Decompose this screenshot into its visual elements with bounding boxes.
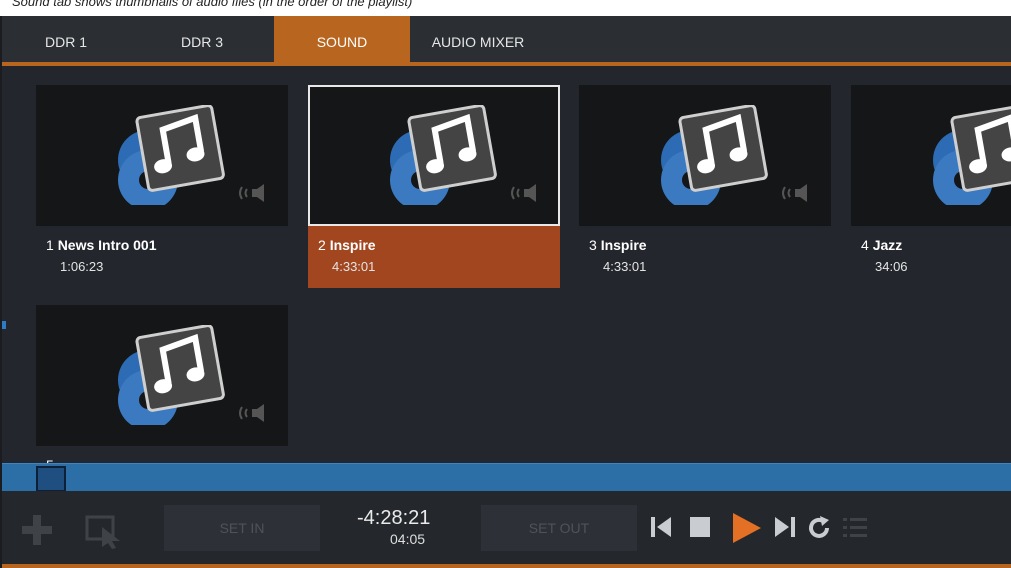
- speaker-icon: [239, 184, 264, 202]
- item-index: 4: [861, 237, 869, 253]
- time-elapsed: 04:05: [390, 531, 426, 547]
- thumbnail: [308, 85, 560, 226]
- speaker-icon: [511, 184, 536, 202]
- item-duration: 4:33:01: [332, 259, 376, 274]
- tab-bar: DDR 1 DDR 3 SOUND AUDIO MIXER: [2, 16, 1011, 66]
- playlist-item[interactable]: 5: [36, 305, 288, 463]
- music-note-icon: [933, 105, 1011, 205]
- music-note-icon: [661, 105, 768, 205]
- playlist-icon[interactable]: [842, 515, 868, 541]
- item-caption: 5: [36, 446, 288, 463]
- item-name: Jazz: [872, 237, 903, 253]
- item-index: 3: [589, 237, 597, 253]
- playlist-grid: 1 News Intro 001 1:06:23 2 Inspire 4:33:…: [2, 70, 1011, 463]
- select-region-icon[interactable]: [84, 513, 124, 549]
- item-duration: 4:33:01: [603, 259, 647, 274]
- item-title: 1 News Intro 001: [46, 237, 157, 253]
- set-out-button[interactable]: SET OUT: [481, 505, 637, 551]
- drop-indicator: [2, 321, 6, 329]
- item-caption: 4 Jazz 34:06: [851, 226, 1011, 288]
- set-in-button[interactable]: SET IN: [164, 505, 320, 551]
- tab-ddr3[interactable]: DDR 3: [130, 16, 274, 62]
- tab-sound[interactable]: SOUND: [274, 16, 410, 62]
- item-name: Inspire: [600, 237, 647, 253]
- item-name: Inspire: [329, 237, 376, 253]
- playlist-item-selected[interactable]: 2 Inspire 4:33:01: [308, 85, 560, 288]
- item-duration: 34:06: [875, 259, 908, 274]
- skip-back-icon[interactable]: [650, 515, 672, 539]
- item-name: News Intro 001: [57, 237, 157, 253]
- transport-bar: SET IN -4:28:21 04:05 SET OUT: [2, 491, 1011, 568]
- item-title: 2 Inspire: [318, 237, 376, 253]
- music-note-icon: [118, 105, 225, 205]
- item-caption: 1 News Intro 001 1:06:23: [36, 226, 288, 288]
- playlist-item[interactable]: 1 News Intro 001 1:06:23: [36, 85, 288, 288]
- music-note-icon: [118, 325, 225, 425]
- loop-icon[interactable]: [806, 515, 832, 541]
- item-caption: 3 Inspire 4:33:01: [579, 226, 831, 288]
- scrubber-handle[interactable]: [36, 466, 66, 492]
- playlist-item[interactable]: 4 Jazz 34:06: [851, 85, 1011, 288]
- stop-icon[interactable]: [688, 515, 712, 539]
- tab-audio-mixer[interactable]: AUDIO MIXER: [410, 16, 546, 62]
- music-note-icon: [390, 105, 497, 205]
- item-index: 1: [46, 237, 54, 253]
- add-icon[interactable]: [20, 513, 54, 547]
- speaker-icon: [782, 184, 807, 202]
- time-remaining: -4:28:21: [357, 507, 431, 529]
- top-caption-strip: Sound tab shows thumbnails of audio file…: [0, 0, 1011, 16]
- scrubber-bar[interactable]: [2, 463, 1011, 492]
- item-caption: 2 Inspire 4:33:01: [308, 226, 560, 288]
- item-title: 4 Jazz: [861, 237, 902, 253]
- thumbnail: [36, 305, 288, 446]
- thumbnail: [851, 85, 1011, 226]
- playlist-item[interactable]: 3 Inspire 4:33:01: [579, 85, 831, 288]
- item-title: 3 Inspire: [589, 237, 647, 253]
- play-icon[interactable]: [730, 511, 764, 545]
- media-player-panel: DDR 1 DDR 3 SOUND AUDIO MIXER 1 News Int…: [0, 16, 1011, 568]
- tab-ddr1[interactable]: DDR 1: [2, 16, 130, 62]
- thumbnail: [36, 85, 288, 226]
- item-index: 2: [318, 237, 326, 253]
- speaker-icon: [239, 404, 264, 422]
- thumbnail: [579, 85, 831, 226]
- top-caption: Sound tab shows thumbnails of audio file…: [12, 0, 413, 9]
- skip-forward-icon[interactable]: [774, 515, 796, 539]
- item-duration: 1:06:23: [60, 259, 104, 274]
